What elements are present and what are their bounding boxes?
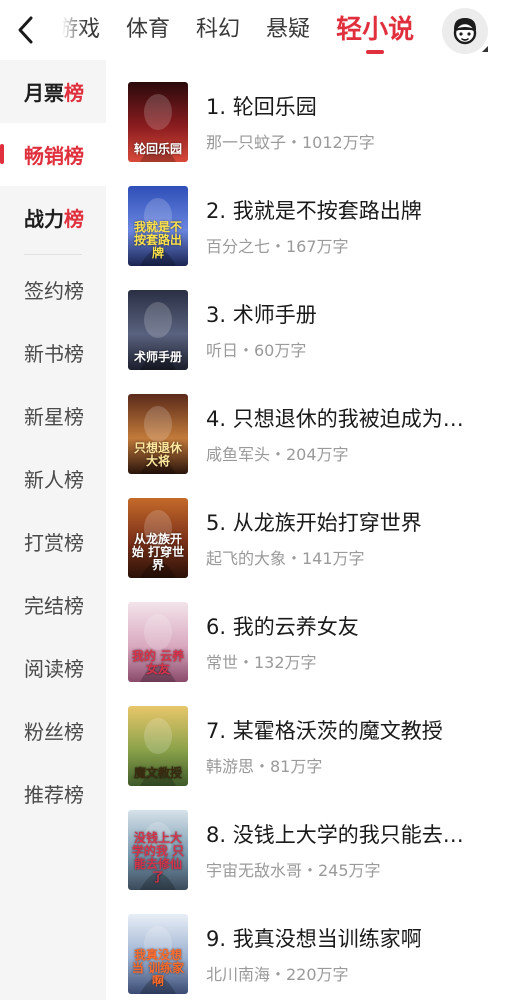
tab-label: 悬疑 (266, 17, 311, 42)
book-author-wordcount: 宇宙无敌水哥・245万字 (206, 861, 381, 880)
sidebar-item-label: 完结榜 (24, 594, 84, 618)
sidebar-item-10[interactable]: 粉丝榜 (0, 699, 106, 762)
book-title: 7. 某霍格沃茨的魔文教授 (206, 719, 443, 743)
sidebar-item-11[interactable]: 推荐榜 (0, 762, 106, 825)
category-tabs: 游戏体育科幻悬疑轻小说 (62, 0, 432, 60)
sidebar-item-8[interactable]: 完结榜 (0, 573, 106, 636)
book-item[interactable]: 没钱上大学的我 只能去修仙了 8. 没钱上大学的我只能去修仙了宇宙无敌水哥・245… (106, 788, 506, 892)
book-title: 6. 我的云养女友 (206, 615, 359, 639)
active-tab-indicator (366, 50, 385, 54)
book-item[interactable]: 只想退休 大将 4. 只想退休的我被迫成为大将咸鱼军头・204万字 (106, 372, 506, 476)
book-cover: 我就是不按套路出牌 (128, 186, 188, 266)
sidebar-item-label: 月票 (24, 81, 64, 105)
book-author-wordcount: 常世・132万字 (206, 653, 317, 672)
book-item[interactable]: 轮回乐园 1. 轮回乐园那一只蚊子・1012万字 (106, 60, 506, 164)
book-cover: 我的 云养女友 (128, 602, 188, 682)
cover-title-text: 只想退休 大将 (133, 441, 182, 468)
book-author-wordcount: 听日・60万字 (206, 341, 307, 360)
sidebar-item-7[interactable]: 打赏榜 (0, 510, 106, 573)
book-cover: 魔文教授 (128, 706, 188, 786)
tab-3[interactable]: 悬疑 (266, 0, 310, 60)
cover-title-text: 我真没想当 训练家啊 (131, 948, 185, 988)
book-item[interactable]: 术师手册 3. 术师手册听日・60万字 (106, 268, 506, 372)
book-title: 2. 我就是不按套路出牌 (206, 199, 422, 223)
dropdown-corner-icon (482, 46, 488, 52)
sidebar-item-label: 签约榜 (24, 279, 84, 303)
sidebar-item-label: 畅销榜 (24, 144, 84, 168)
book-title: 3. 术师手册 (206, 303, 317, 327)
sidebar-item-label: 新人榜 (24, 468, 84, 492)
sidebar-item-4[interactable]: 新书榜 (0, 321, 106, 384)
sidebar-item-accent: 榜 (64, 81, 84, 105)
book-cover: 只想退休 大将 (128, 394, 188, 474)
book-item[interactable]: 从龙族开始 打穿世界 5. 从龙族开始打穿世界起飞的大象・141万字 (106, 476, 506, 580)
tab-label: 体育 (126, 17, 171, 42)
book-item[interactable]: 我就是不按套路出牌 2. 我就是不按套路出牌百分之七・167万字 (106, 164, 506, 268)
tab-label: 轻小说 (336, 15, 415, 45)
book-author-wordcount: 那一只蚊子・1012万字 (206, 133, 375, 152)
cover-title-text: 没钱上大学的我 只能去修仙了 (131, 831, 185, 884)
tabs-fade (62, 0, 86, 60)
sidebar-item-2[interactable]: 战力榜 (0, 186, 106, 249)
sidebar-divider (24, 254, 82, 255)
tab-2[interactable]: 科幻 (196, 0, 240, 60)
cover-title-text: 魔文教授 (133, 766, 182, 780)
book-list: 轮回乐园 1. 轮回乐园那一只蚊子・1012万字我就是不按套路出牌 2. 我就是不按… (106, 60, 506, 1000)
tab-4[interactable]: 轻小说 (336, 0, 414, 60)
back-button[interactable] (8, 10, 44, 50)
active-item-bar (0, 144, 4, 164)
sidebar-item-6[interactable]: 新人榜 (0, 447, 106, 510)
tab-label: 科幻 (196, 17, 241, 42)
book-author-wordcount: 北川南海・220万字 (206, 965, 349, 984)
sidebar-item-label: 阅读榜 (24, 657, 84, 681)
sidebar-item-label: 新书榜 (24, 342, 84, 366)
sidebar-item-0[interactable]: 月票榜 (0, 60, 106, 123)
tab-1[interactable]: 体育 (126, 0, 170, 60)
book-author-wordcount: 韩游思・81万字 (206, 757, 323, 776)
sidebar-item-label: 粉丝榜 (24, 720, 84, 744)
cover-title-text: 我的 云养女友 (131, 649, 185, 676)
reader-avatar-icon (453, 18, 477, 45)
book-author-wordcount: 起飞的大象・141万字 (206, 549, 365, 568)
top-bar: 游戏体育科幻悬疑轻小说 (0, 0, 506, 60)
ranking-sidebar: 月票榜畅销榜 战力榜签约榜 新书榜 新星榜 新人榜 打赏榜 完结榜 阅读榜 粉丝榜 推荐榜 (0, 60, 106, 1000)
book-title: 1. 轮回乐园 (206, 95, 317, 119)
cover-title-text: 我就是不按套路出牌 (133, 220, 182, 260)
book-item[interactable]: 我真没想当 训练家啊 9. 我真没想当训练家啊北川南海・220万字 (106, 892, 506, 996)
sidebar-item-label: 新星榜 (24, 405, 84, 429)
sidebar-item-label: 战力 (24, 207, 64, 231)
book-cover: 没钱上大学的我 只能去修仙了 (128, 810, 188, 890)
sidebar-item-3[interactable]: 签约榜 (0, 258, 106, 321)
book-author-wordcount: 百分之七・167万字 (206, 237, 349, 256)
book-cover: 从龙族开始 打穿世界 (128, 498, 188, 578)
cover-title-text: 从龙族开始 打穿世界 (131, 532, 185, 572)
sidebar-item-5[interactable]: 新星榜 (0, 384, 106, 447)
cover-title-text: 术师手册 (133, 350, 182, 364)
book-item[interactable]: 我的 云养女友 6. 我的云养女友常世・132万字 (106, 580, 506, 684)
book-title: 9. 我真没想当训练家啊 (206, 927, 422, 951)
book-title: 8. 没钱上大学的我只能去修仙了 (206, 823, 468, 847)
sidebar-item-label: 打赏榜 (24, 531, 84, 555)
book-item[interactable]: 魔文教授 7. 某霍格沃茨的魔文教授韩游思・81万字 (106, 684, 506, 788)
sidebar-item-9[interactable]: 阅读榜 (0, 636, 106, 699)
book-cover: 我真没想当 训练家啊 (128, 914, 188, 994)
book-cover: 术师手册 (128, 290, 188, 370)
book-title: 5. 从龙族开始打穿世界 (206, 511, 422, 535)
sidebar-item-1[interactable]: 畅销榜 (0, 123, 106, 186)
book-cover: 轮回乐园 (128, 82, 188, 162)
book-title: 4. 只想退休的我被迫成为大将 (206, 407, 468, 431)
book-author-wordcount: 咸鱼军头・204万字 (206, 445, 349, 464)
sidebar-item-accent: 榜 (64, 207, 84, 231)
cover-title-text: 轮回乐园 (133, 142, 182, 156)
avatar-button[interactable] (442, 8, 488, 54)
chevron-left-icon (18, 16, 33, 44)
sidebar-item-label: 推荐榜 (24, 783, 84, 807)
